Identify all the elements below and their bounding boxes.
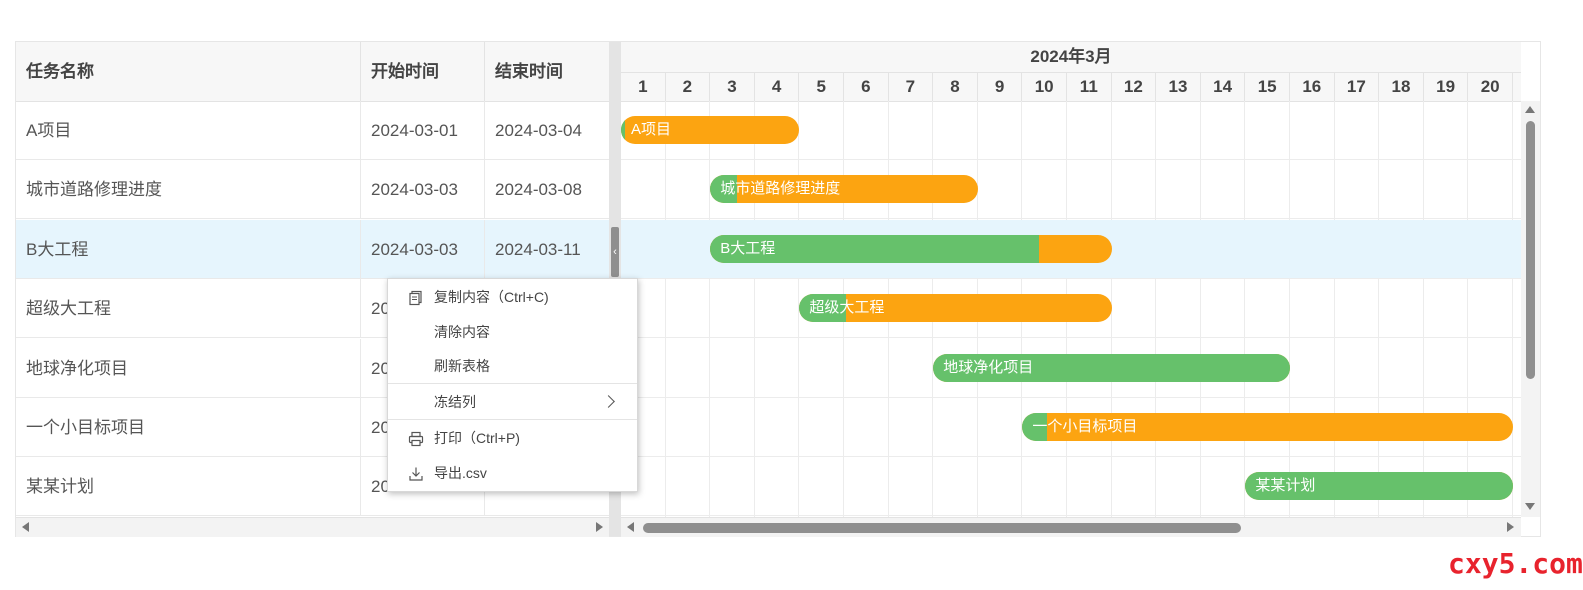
task-progress: [621, 116, 625, 144]
table-row[interactable]: A项目 2024-03-01 2024-03-04: [16, 101, 609, 160]
task-bar[interactable]: 城市道路修理进度: [710, 175, 978, 204]
task-name-cell[interactable]: 超级大工程: [16, 279, 361, 339]
table-horizontal-scrollbar[interactable]: [16, 517, 609, 537]
vertical-scroll-thumb[interactable]: [1526, 121, 1535, 379]
chart-row: B大工程: [621, 219, 1521, 279]
timeline-header: 2024年3月 1 2 3 4 5 6 7 8 9 10 11 12 13 14 15 16 17 18 19 20: [621, 42, 1521, 102]
day-header: 9: [978, 72, 1023, 101]
menu-item-label: 导出.csv: [434, 465, 487, 481]
table-header: 任务名称 开始时间 结束时间: [16, 42, 609, 102]
table-row[interactable]: B大工程 2024-03-03 2024-03-11: [16, 219, 609, 279]
day-header: 5: [799, 72, 844, 101]
task-name-cell[interactable]: B大工程: [16, 219, 361, 279]
day-header: 15: [1245, 72, 1290, 101]
task-name-cell[interactable]: 城市道路修理进度: [16, 160, 361, 220]
task-bar-label: 城市道路修理进度: [720, 180, 841, 198]
task-bar-label: 地球净化项目: [943, 358, 1034, 376]
end-date-cell[interactable]: 2024-03-08: [485, 160, 609, 219]
copy-icon: [409, 290, 422, 306]
menu-divider: [388, 383, 637, 384]
day-header: 17: [1335, 72, 1380, 101]
scroll-right-arrow-icon[interactable]: [1507, 522, 1514, 532]
chart-row: A项目: [621, 101, 1521, 160]
horizontal-scroll-thumb[interactable]: [643, 523, 1241, 533]
menu-item-clear[interactable]: 清除内容: [388, 315, 637, 349]
gantt-chart: 任务名称 开始时间 结束时间 A项目 2024-03-01 2024-03-04 城市…: [15, 41, 1541, 537]
menu-item-print[interactable]: 打印（Ctrl+P): [388, 421, 637, 455]
chart-row: 城市道路修理进度: [621, 160, 1521, 220]
task-name-cell[interactable]: 一个小目标项目: [16, 398, 361, 457]
task-name-cell[interactable]: 某某计划: [16, 457, 361, 517]
chart-row: 某某计划: [621, 457, 1521, 517]
scroll-right-arrow-icon[interactable]: [596, 522, 603, 532]
start-date-cell[interactable]: 2024-03-03: [361, 219, 485, 279]
task-bar-label: 超级大工程: [809, 299, 885, 317]
menu-item-label: 复制内容（Ctrl+C): [434, 289, 549, 305]
chevron-right-icon: [602, 395, 615, 408]
task-bar-label: A项目: [631, 121, 672, 138]
download-icon: [409, 467, 423, 481]
column-header-start[interactable]: 开始时间: [361, 42, 485, 101]
start-date-cell[interactable]: 2024-03-01: [361, 101, 485, 160]
day-header: 4: [755, 72, 800, 101]
printer-icon: [408, 431, 424, 447]
menu-item-label: 冻结列: [434, 394, 476, 410]
day-header: 6: [844, 72, 889, 101]
chart-horizontal-scrollbar[interactable]: [621, 517, 1521, 537]
chart-row: 超级大工程: [621, 279, 1521, 339]
day-header: 7: [889, 72, 934, 101]
day-header: 19: [1424, 72, 1469, 101]
context-menu: 复制内容（Ctrl+C) 清除内容 刷新表格 冻结列 打印（Ctrl+P) 导出…: [387, 278, 638, 492]
scroll-down-arrow-icon[interactable]: [1525, 503, 1535, 510]
end-date-cell[interactable]: 2024-03-11: [485, 220, 609, 279]
day-header: 2: [666, 72, 711, 101]
watermark: cxy5.com: [1448, 547, 1583, 580]
table-row[interactable]: 城市道路修理进度 2024-03-03 2024-03-08: [16, 160, 609, 220]
task-bar[interactable]: 某某计划: [1245, 472, 1513, 501]
task-bar[interactable]: 一个小目标项目: [1022, 413, 1513, 441]
day-header: 14: [1201, 72, 1246, 101]
day-header: 10: [1022, 72, 1067, 101]
menu-divider: [388, 419, 637, 420]
task-bar[interactable]: 地球净化项目: [933, 353, 1290, 382]
month-label: 2024年3月: [621, 42, 1521, 73]
day-header: 8: [933, 72, 978, 101]
day-header: 13: [1156, 72, 1201, 101]
chart-row: 地球净化项目: [621, 339, 1521, 398]
task-bar-label: B大工程: [720, 239, 776, 257]
menu-item-copy[interactable]: 复制内容（Ctrl+C): [388, 280, 637, 314]
start-date-cell[interactable]: 2024-03-03: [361, 160, 485, 220]
menu-item-freeze[interactable]: 冻结列: [388, 385, 637, 419]
task-bar-label: 某某计划: [1255, 477, 1316, 495]
task-name-cell[interactable]: A项目: [16, 101, 361, 160]
day-header: 20: [1468, 72, 1513, 101]
menu-item-export[interactable]: 导出.csv: [388, 456, 637, 490]
task-bar-label: 一个小目标项目: [1032, 418, 1138, 435]
task-bar[interactable]: 超级大工程: [799, 294, 1112, 323]
day-header: 18: [1379, 72, 1424, 101]
day-header: 12: [1112, 72, 1157, 101]
task-bar[interactable]: A项目: [621, 116, 800, 144]
menu-item-label: 刷新表格: [434, 358, 490, 374]
day-header: 3: [710, 72, 755, 101]
collapse-handle-icon[interactable]: ‹: [611, 227, 619, 277]
day-header: 1: [621, 72, 666, 101]
scroll-left-arrow-icon[interactable]: [22, 522, 29, 532]
end-date-cell[interactable]: 2024-03-04: [485, 101, 609, 160]
day-header: 16: [1290, 72, 1335, 101]
timeline-chart: 2024年3月 1 2 3 4 5 6 7 8 9 10 11 12 13 14 15 16 17 18 19 20 …: [621, 42, 1540, 537]
chart-row: 一个小目标项目: [621, 398, 1521, 457]
menu-item-label: 打印（Ctrl+P): [434, 430, 520, 446]
scroll-up-arrow-icon[interactable]: [1525, 106, 1535, 113]
task-name-cell[interactable]: 地球净化项目: [16, 338, 361, 398]
column-header-end[interactable]: 结束时间: [485, 42, 609, 101]
day-header: 11: [1067, 72, 1112, 101]
menu-item-label: 清除内容: [434, 324, 490, 340]
chart-vertical-scrollbar[interactable]: [1521, 101, 1540, 517]
task-bar[interactable]: B大工程: [710, 234, 1112, 263]
scroll-left-arrow-icon[interactable]: [627, 522, 634, 532]
menu-item-refresh[interactable]: 刷新表格: [388, 349, 637, 383]
column-header-name[interactable]: 任务名称: [16, 42, 361, 101]
